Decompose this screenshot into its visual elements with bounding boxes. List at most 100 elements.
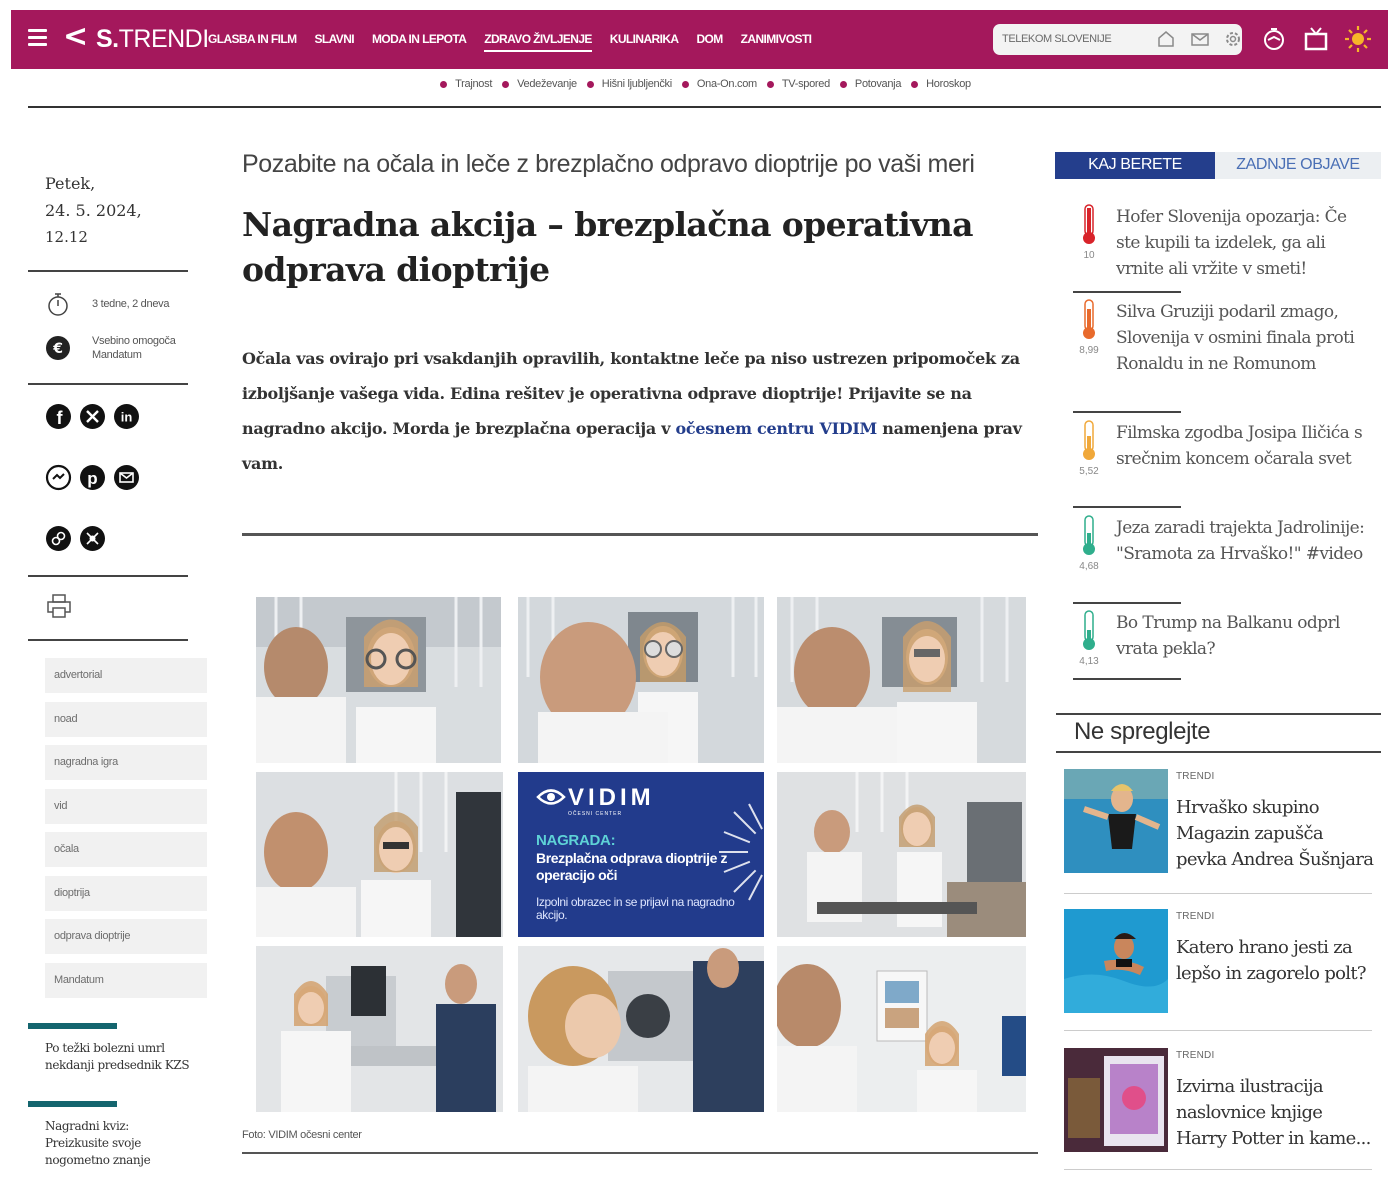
sidebar-news-item[interactable]: Nagradni kviz: Preizkusite svoje nogomet…	[45, 1118, 195, 1169]
trending-divider	[1073, 678, 1181, 680]
tag-item[interactable]: Mandatum	[45, 962, 207, 998]
section-divider	[1056, 713, 1381, 715]
pick-thumbnail[interactable]	[1064, 909, 1168, 1013]
tab-kaj-berete[interactable]: KAJ BERETE	[1055, 152, 1215, 179]
gallery-photo[interactable]	[777, 772, 1026, 937]
tv-icon[interactable]	[1301, 24, 1331, 54]
news-accent-bar	[28, 1101, 117, 1107]
nav-item-zanimivosti[interactable]: ZANIMIVOSTI	[741, 32, 812, 52]
gear-icon[interactable]	[1223, 29, 1243, 49]
date-day: Petek,	[45, 174, 96, 193]
nav-item-glasba-in-film[interactable]: GLASBA IN FILM	[208, 32, 297, 52]
facebook-icon[interactable]: f	[45, 403, 72, 430]
nav-item-zdravo-zivljenje[interactable]: ZDRAVO ŽIVLJENJE	[484, 32, 592, 52]
more-icon[interactable]	[79, 525, 106, 552]
tag-item[interactable]: vid	[45, 788, 207, 824]
tag-item[interactable]: nagradna igra	[45, 745, 207, 780]
subnav-item-hisni-ljubljencki[interactable]: Hišni ljubljenčki	[586, 78, 672, 90]
subnav-item-potovanja[interactable]: Potovanja	[839, 78, 901, 90]
copy-link-icon[interactable]	[45, 525, 72, 552]
pick-title[interactable]: Katero hrano jesti za lepšo in zagorelo …	[1176, 935, 1376, 987]
main-nav: GLASBA IN FILM SLAVNI MODA IN LEPOTA ZDR…	[208, 32, 812, 52]
gallery-photo[interactable]	[256, 597, 501, 763]
svg-text:p: p	[87, 469, 97, 488]
trending-score: 10	[1083, 250, 1095, 261]
bullet-icon	[502, 80, 510, 88]
pick-source: TRENDI	[1176, 911, 1215, 922]
pick-thumbnail[interactable]	[1064, 769, 1168, 873]
horoscope-icon[interactable]	[1259, 24, 1289, 54]
vidim-brand-sub: OČESNI CENTER	[568, 811, 623, 817]
tag-item[interactable]: noad	[45, 701, 207, 737]
gallery-photo[interactable]	[777, 597, 1026, 763]
gallery-photo[interactable]	[518, 597, 764, 763]
nav-item-moda-in-lepota[interactable]: MODA IN LEPOTA	[372, 32, 467, 52]
pick-title[interactable]: Izvirna ilustracija naslovnice knjige Ha…	[1176, 1074, 1376, 1152]
gallery-photo[interactable]	[256, 772, 503, 937]
pick-divider	[1064, 1030, 1372, 1031]
trending-title[interactable]: Filmska zgodba Josipa Iličića s srečnim …	[1116, 420, 1366, 472]
weather-sun-icon[interactable]	[1343, 24, 1373, 54]
email-icon[interactable]	[113, 464, 140, 491]
sidebar-news-item[interactable]: Po težki bolezni umrl nekdanji predsedni…	[45, 1040, 195, 1074]
messenger-icon[interactable]	[45, 464, 72, 491]
nav-item-dom[interactable]: DOM	[696, 32, 723, 52]
reading-tabs: KAJ BERETE ZADNJE OBJAVE	[1055, 152, 1381, 179]
sponsor-info: € Vsebino omogoča Mandatum	[44, 334, 176, 362]
trending-score: 8,99	[1079, 345, 1099, 356]
site-logo[interactable]: S.TRENDI	[96, 24, 209, 54]
linkedin-icon[interactable]: in	[113, 403, 140, 430]
bullet-icon	[839, 80, 847, 88]
bullet-icon	[911, 80, 919, 88]
photo-gallery: VIDIM OČESNI CENTER NAGRADA: Brezplačna …	[256, 597, 1026, 1112]
pinterest-icon[interactable]: p	[79, 464, 106, 491]
publish-date: Petek, 24. 5. 2024, 12.12	[45, 170, 142, 251]
tag-item[interactable]: odprava dioptrije	[45, 919, 207, 954]
trending-divider	[1073, 506, 1181, 508]
tag-item[interactable]: advertorial	[45, 658, 207, 693]
article-subtitle: Pozabite na očala in leče z brezplačno o…	[242, 150, 975, 178]
date-value: 24. 5. 2024,	[45, 201, 142, 220]
bullet-icon	[766, 80, 774, 88]
article-divider	[242, 1152, 1038, 1154]
home-icon[interactable]	[1156, 29, 1176, 49]
nav-item-slavni[interactable]: SLAVNI	[314, 32, 354, 52]
trending-score: 4,13	[1079, 656, 1099, 667]
subnav-item-horoskop[interactable]: Horoskop	[911, 78, 971, 90]
trending-title[interactable]: Hofer Slovenija opozarja: Če ste kupili …	[1116, 204, 1366, 282]
trending-title[interactable]: Jeza zaradi trajekta Jadrolinije: "Sramo…	[1116, 515, 1366, 567]
mail-icon[interactable]	[1190, 29, 1210, 49]
pick-title[interactable]: Hrvaško skupino Magazin zapušča pevka An…	[1176, 795, 1376, 873]
header-divider	[28, 106, 1381, 108]
thermometer-icon	[1083, 299, 1095, 339]
tab-zadnje-objave[interactable]: ZADNJE OBJAVE	[1215, 152, 1381, 179]
nav-item-kulinarika[interactable]: KULINARIKA	[610, 32, 679, 52]
gallery-photo[interactable]	[518, 946, 764, 1112]
subnav-item-vedezevanje[interactable]: Vedeževanje	[502, 78, 577, 90]
x-icon[interactable]	[79, 403, 106, 430]
trending-score: 5,52	[1079, 466, 1099, 477]
bullet-icon	[440, 80, 448, 88]
tag-item[interactable]: očala	[45, 832, 207, 867]
pick-thumbnail[interactable]	[1064, 1048, 1168, 1152]
vidim-ad-tile[interactable]: VIDIM OČESNI CENTER NAGRADA: Brezplačna …	[518, 772, 764, 937]
gallery-photo[interactable]	[777, 946, 1026, 1112]
sponsor-text: Vsebino omogoča Mandatum	[92, 335, 176, 361]
tag-item[interactable]: dioptrija	[45, 875, 207, 911]
article-age-text: 3 tedne, 2 dneva	[92, 298, 170, 310]
subnav-item-tv-spored[interactable]: TV-spored	[766, 78, 830, 90]
gallery-photo[interactable]	[256, 946, 503, 1112]
article-divider	[242, 533, 1038, 536]
svg-text:f: f	[57, 408, 64, 428]
date-time: 12.12	[45, 228, 88, 246]
hamburger-menu-icon[interactable]	[28, 29, 47, 47]
telekom-portal-box[interactable]: TELEKOM SLOVENIJE	[993, 24, 1242, 55]
trending-title[interactable]: Bo Trump na Balkanu odprl vrata pekla?	[1116, 610, 1366, 662]
subnav-item-trajnost[interactable]: Trajnost	[440, 78, 492, 90]
subnav-item-ona-on[interactable]: Ona-On.com	[681, 78, 757, 90]
trending-title[interactable]: Silva Gruziji podaril zmago, Slovenija v…	[1116, 299, 1366, 377]
vidim-link[interactable]: očesnem centru VIDIM	[676, 419, 878, 438]
print-icon[interactable]	[45, 592, 73, 620]
telekom-label[interactable]: TELEKOM SLOVENIJE	[1002, 33, 1112, 45]
back-chevron-icon[interactable]: <	[63, 22, 88, 52]
